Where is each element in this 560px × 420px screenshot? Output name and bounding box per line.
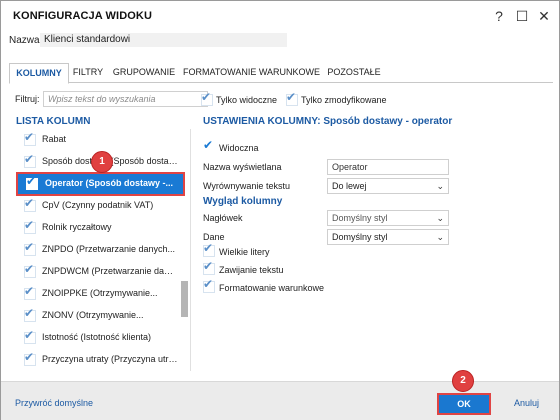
check-icon: ✔ [24,240,35,254]
conditional-format-checkbox[interactable]: ✔ [203,277,215,293]
header-style-value: Domyślny styl [332,213,388,223]
data-style-value: Domyślny styl [332,232,388,242]
list-item-checkbox[interactable]: ✔ [24,218,36,234]
display-name-input[interactable]: Operator [327,159,449,175]
list-item-label: ZNPDWCM (Przetwarzanie danych... [42,266,178,276]
ok-button[interactable]: OK [437,393,491,415]
list-item[interactable]: ✔ ZNONV (Otrzymywanie... [15,305,180,327]
uppercase-label: Wielkie litery [219,247,270,257]
list-item-checkbox[interactable]: ✔ [24,328,36,344]
check-icon: ✔ [26,174,37,188]
cancel-link[interactable]: Anuluj [514,398,539,408]
check-icon: ✔ [24,152,35,166]
dialog-title: KONFIGURACJA WIDOKU [13,10,152,22]
only-modified-checkbox[interactable]: ✔ [286,90,298,106]
check-icon: ✔ [286,90,297,104]
list-item-checkbox[interactable]: ✔ [26,174,38,190]
help-button[interactable]: ? [490,7,508,25]
list-item-selected[interactable]: ✔ Operator (Sposób dostawy -... [16,172,185,196]
check-icon: ✔ [203,138,214,152]
list-item-label: Operator (Sposób dostawy -... [45,178,174,188]
step-badge-2: 2 [452,370,474,392]
tab-bar: KOLUMNY FILTRY GRUPOWANIE FORMATOWANIE W… [9,63,553,84]
list-item-label: ZNPDO (Przetwarzanie danych... [42,244,176,254]
check-icon: ✔ [203,277,214,291]
list-item-label: Przyczyna utraty (Przyczyna utraty... [42,354,178,364]
configuration-dialog: KONFIGURACJA WIDOKU ? ☐ ✕ Nazwa: Klienci… [0,0,560,420]
list-item-checkbox[interactable]: ✔ [24,130,36,146]
alignment-value: Do lewej [332,181,367,191]
list-item[interactable]: ✔ Istotność (Istotność klienta) [15,327,180,349]
step-badge-1: 1 [91,151,113,173]
list-item[interactable]: ✔ CpV (Czynny podatnik VAT) [15,195,180,217]
name-input[interactable]: Klienci standardowi [40,33,287,47]
list-item-checkbox[interactable]: ✔ [24,306,36,322]
list-item-label: CpV (Czynny podatnik VAT) [42,200,154,210]
chevron-down-icon: ⌄ [436,213,444,223]
list-item-label: Rolnik ryczałtowy [42,222,112,232]
name-label: Nazwa: [9,35,43,46]
display-name-label: Nazwa wyświetlana [203,162,282,172]
column-settings-title: USTAWIENIA KOLUMNY: Sposób dostawy - ope… [203,116,453,127]
tab-grupowanie[interactable]: GRUPOWANIE [109,63,179,81]
check-icon: ✔ [24,196,35,210]
list-item-checkbox[interactable]: ✔ [24,240,36,256]
maximize-button[interactable]: ☐ [513,7,531,25]
filter-input[interactable]: Wpisz tekst do wyszukania [43,91,208,107]
list-item-checkbox[interactable]: ✔ [24,196,36,212]
appearance-title: Wygląd kolumny [203,196,283,207]
check-icon: ✔ [201,90,212,104]
check-icon: ✔ [24,350,35,364]
list-item-label: Istotność (Istotność klienta) [42,332,152,342]
check-icon: ✔ [24,262,35,276]
header-style-label: Nagłówek [203,213,243,223]
restore-defaults-link[interactable]: Przywróć domyślne [15,398,93,408]
filter-label: Filtruj: [15,94,40,104]
visible-checkbox[interactable]: ✔ [203,138,215,154]
list-item[interactable]: ✔ ZNOIPPKE (Otrzymywanie... [15,283,180,305]
check-icon: ✔ [24,306,35,320]
list-item-label: Rabat [42,134,67,144]
tab-filtry[interactable]: FILTRY [71,63,105,81]
chevron-down-icon: ⌄ [436,232,444,242]
list-item-checkbox[interactable]: ✔ [24,284,36,300]
check-icon: ✔ [24,284,35,298]
list-item-label: ZNOIPPKE (Otrzymywanie... [42,288,158,298]
list-item[interactable]: ✔ Rabat [15,129,180,151]
tab-formatowanie-warunkowe[interactable]: FORMATOWANIE WARUNKOWE [183,63,320,81]
list-item[interactable]: ✔ ZNPDWCM (Przetwarzanie danych... [15,261,180,283]
chevron-down-icon: ⌄ [436,181,444,191]
only-modified-label: Tylko zmodyfikowane [301,95,387,105]
visible-label: Widoczna [219,143,259,153]
wrap-text-label: Zawijanie tekstu [219,265,284,275]
check-icon: ✔ [203,241,214,255]
tab-kolumny[interactable]: KOLUMNY [9,63,69,84]
only-visible-checkbox[interactable]: ✔ [201,90,213,106]
alignment-label: Wyrównywanie tekstu [203,181,290,191]
list-item-checkbox[interactable]: ✔ [24,262,36,278]
conditional-format-label: Formatowanie warunkowe [219,283,325,293]
list-item[interactable]: ✔ ZNPDO (Przetwarzanie danych... [15,239,180,261]
list-item[interactable]: ✔ Rolnik ryczałtowy [15,217,180,239]
data-style-select[interactable]: Domyślny styl ⌄ [327,229,449,245]
column-list-scrollbar[interactable] [181,129,188,369]
list-item[interactable]: ✔ Przyczyna utraty (Przyczyna utraty... [15,349,180,371]
tab-pozostale[interactable]: POZOSTAŁE [323,63,385,81]
scrollbar-thumb[interactable] [181,281,188,317]
close-button[interactable]: ✕ [535,7,553,25]
title-bar: KONFIGURACJA WIDOKU ? ☐ ✕ [1,1,559,31]
check-icon: ✔ [24,130,35,144]
list-item-checkbox[interactable]: ✔ [24,350,36,366]
wrap-text-checkbox[interactable]: ✔ [203,259,215,275]
alignment-select[interactable]: Do lewej ⌄ [327,178,449,194]
check-icon: ✔ [24,218,35,232]
list-item-label: ZNONV (Otrzymywanie... [42,310,144,320]
check-icon: ✔ [24,328,35,342]
check-icon: ✔ [203,259,214,273]
header-style-select[interactable]: Domyślny styl ⌄ [327,210,449,226]
column-list-title: LISTA KOLUMN [16,116,91,127]
uppercase-checkbox[interactable]: ✔ [203,241,215,257]
only-visible-label: Tylko widoczne [216,95,278,105]
list-item-checkbox[interactable]: ✔ [24,152,36,168]
